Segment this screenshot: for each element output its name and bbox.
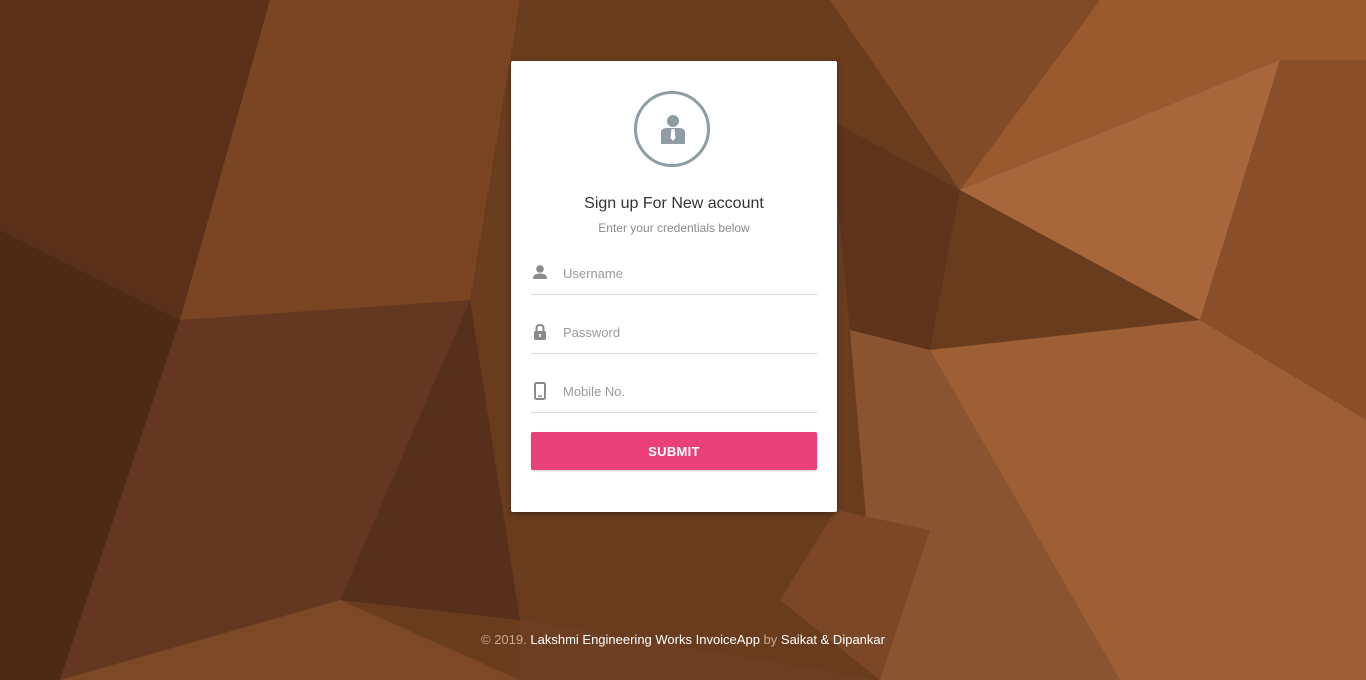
- person-icon: [533, 265, 547, 279]
- footer-authors: Saikat & Dipankar: [780, 632, 885, 647]
- username-field: [531, 260, 817, 295]
- password-field: [531, 319, 817, 354]
- page: Sign up For New account Enter your crede…: [0, 0, 1366, 680]
- form-title: Sign up For New account: [584, 195, 764, 212]
- footer-by: by: [763, 632, 778, 647]
- mobile-phone-icon: [534, 382, 546, 400]
- signup-card: Sign up For New account Enter your crede…: [511, 61, 837, 512]
- mobile-field: [531, 378, 817, 413]
- submit-button[interactable]: SUBMIT: [531, 432, 817, 470]
- mobile-input[interactable]: [563, 378, 813, 404]
- footer: © 2019. Lakshmi Engineering Works Invoic…: [0, 632, 1366, 647]
- form-subtitle: Enter your credentials below: [598, 221, 750, 235]
- footer-app-name: Lakshmi Engineering Works InvoiceApp: [530, 632, 760, 647]
- password-input[interactable]: [563, 319, 813, 345]
- user-tie-icon: [634, 91, 710, 167]
- user-tie-glyph: [661, 115, 685, 144]
- lock-icon: [534, 323, 546, 340]
- username-input[interactable]: [563, 260, 813, 286]
- footer-copyright: © 2019.: [481, 632, 527, 647]
